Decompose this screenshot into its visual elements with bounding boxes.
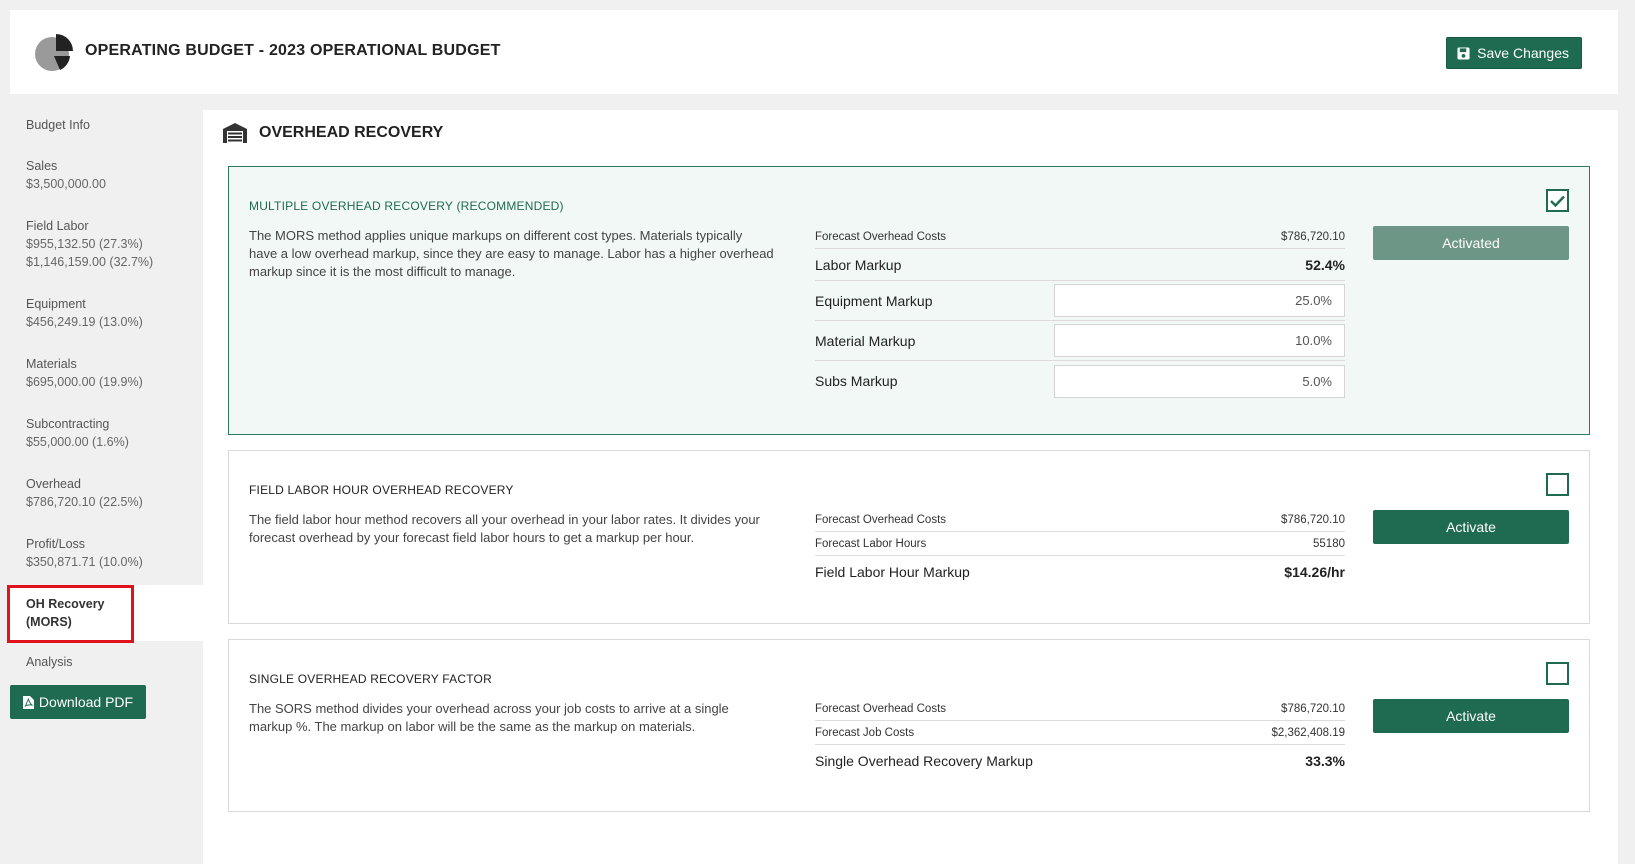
table-row: Forecast Labor Hours 55180: [815, 532, 1345, 556]
sidebar-item-value: $786,720.10 (22.5%): [26, 495, 143, 509]
sidebar-item-value: $695,000.00 (19.9%): [26, 375, 143, 389]
card-title: SINGLE OVERHEAD RECOVERY FACTOR: [249, 672, 492, 686]
mors-card: MULTIPLE OVERHEAD RECOVERY (RECOMMENDED)…: [228, 166, 1590, 435]
card-description: The SORS method divides your overhead ac…: [249, 701, 729, 734]
sidebar-item-label: Materials: [26, 357, 77, 371]
row-label: Labor Markup: [815, 256, 902, 273]
table-row: Forecast Overhead Costs $786,720.10: [815, 508, 1345, 532]
activate-checkbox[interactable]: [1546, 473, 1569, 496]
activated-button[interactable]: Activated: [1373, 226, 1569, 260]
subs-markup-input[interactable]: [1054, 364, 1345, 398]
save-changes-label: Save Changes: [1477, 45, 1569, 61]
row-value: 52.4%: [1305, 256, 1345, 273]
row-label: Single Overhead Recovery Markup: [815, 753, 1033, 769]
row-label: Field Labor Hour Markup: [815, 564, 970, 580]
material-markup-input[interactable]: [1054, 324, 1345, 357]
card-title: FIELD LABOR HOUR OVERHEAD RECOVERY: [249, 483, 514, 497]
sidebar-item-analysis[interactable]: Analysis: [10, 641, 203, 679]
sidebar-item-materials[interactable]: Materials $695,000.00 (19.9%): [10, 339, 203, 399]
page-title: OPERATING BUDGET - 2023 OPERATIONAL BUDG…: [85, 42, 501, 59]
pdf-file-icon: [22, 695, 34, 709]
activate-checkbox[interactable]: [1546, 662, 1569, 685]
table-row: Subs Markup: [815, 361, 1345, 401]
sidebar-item-label: Equipment: [26, 297, 86, 311]
row-label: Material Markup: [815, 332, 916, 349]
single-overhead-card: SINGLE OVERHEAD RECOVERY FACTOR The SORS…: [228, 639, 1590, 812]
table-row: Equipment Markup: [815, 281, 1345, 321]
card-description: The field labor hour method recovers all…: [249, 512, 760, 545]
row-label: Forecast Labor Hours: [815, 537, 927, 550]
main-panel: OVERHEAD RECOVERY MULTIPLE OVERHEAD RECO…: [203, 110, 1618, 864]
markup-table: Forecast Overhead Costs $786,720.10 Fore…: [815, 697, 1345, 777]
sidebar-item-field-labor[interactable]: Field Labor $955,132.50 (27.3%) $1,146,1…: [10, 201, 203, 279]
row-value: $14.26/hr: [1284, 564, 1345, 580]
checkmark-icon: [1550, 195, 1565, 207]
markup-table: Forecast Overhead Costs $786,720.10 Fore…: [815, 508, 1345, 588]
field-labor-hour-card: FIELD LABOR HOUR OVERHEAD RECOVERY The f…: [228, 450, 1590, 624]
section-header: OVERHEAD RECOVERY: [223, 120, 443, 146]
sidebar-item-label: Subcontracting: [26, 417, 110, 431]
warehouse-icon: [223, 123, 247, 143]
row-value: $2,362,408.19: [1271, 726, 1345, 739]
activate-checkbox[interactable]: [1546, 189, 1569, 212]
row-label: Subs Markup: [815, 373, 898, 389]
table-row: Field Labor Hour Markup $14.26/hr: [815, 556, 1345, 588]
sidebar-item-label: Overhead: [26, 477, 81, 491]
section-title: OVERHEAD RECOVERY: [259, 124, 444, 141]
sidebar-item-value: $456,249.19 (13.0%): [26, 315, 143, 329]
card-title: MULTIPLE OVERHEAD RECOVERY (RECOMMENDED): [249, 199, 564, 213]
sidebar-item-budget-info[interactable]: Budget Info: [10, 110, 203, 144]
row-label: Forecast Overhead Costs: [815, 230, 947, 243]
sidebar-item-profit-loss[interactable]: Profit/Loss $350,871.71 (10.0%): [10, 519, 203, 579]
row-value: 55180: [1313, 537, 1345, 550]
sidebar-item-oh-recovery[interactable]: OH Recovery (MORS): [7, 585, 203, 643]
sidebar-item-label: Sales: [26, 159, 58, 173]
row-value: $786,720.10: [1281, 513, 1345, 526]
sidebar-item-equipment[interactable]: Equipment $456,249.19 (13.0%): [10, 279, 203, 339]
row-label: Equipment Markup: [815, 292, 933, 309]
table-row: Labor Markup 52.4%: [815, 249, 1345, 281]
table-row: Forecast Overhead Costs $786,720.10: [815, 225, 1345, 249]
floppy-disk-icon: [1457, 46, 1470, 60]
sidebar-item-value: $3,500,000.00: [26, 177, 106, 191]
sidebar-item-label: Profit/Loss: [26, 537, 86, 551]
save-changes-button[interactable]: Save Changes: [1446, 37, 1582, 69]
pie-chart-icon: [35, 34, 73, 71]
markup-table: Forecast Overhead Costs $786,720.10 Labo…: [815, 225, 1345, 401]
row-label: Forecast Job Costs: [815, 726, 915, 739]
sidebar-nav: Budget Info Sales $3,500,000.00 Field La…: [7, 110, 203, 719]
card-description: The MORS method applies unique markups o…: [249, 228, 774, 279]
activate-button[interactable]: Activate: [1373, 510, 1569, 544]
sidebar-item-value: $955,132.50 (27.3%): [26, 237, 143, 251]
page-header: OPERATING BUDGET - 2023 OPERATIONAL BUDG…: [10, 10, 1618, 94]
sidebar-item-label: Field Labor: [26, 219, 89, 233]
equipment-markup-input[interactable]: [1054, 284, 1345, 317]
table-row: Single Overhead Recovery Markup 33.3%: [815, 745, 1345, 777]
sidebar-item-label: Budget Info: [26, 118, 90, 132]
download-pdf-label: Download PDF: [38, 694, 134, 710]
activate-button[interactable]: Activate: [1373, 699, 1569, 733]
download-pdf-button[interactable]: Download PDF: [10, 685, 146, 719]
table-row: Forecast Job Costs $2,362,408.19: [815, 721, 1345, 745]
table-row: Material Markup: [815, 321, 1345, 361]
sidebar-item-subcontracting[interactable]: Subcontracting $55,000.00 (1.6%): [10, 399, 203, 459]
row-value: $786,720.10: [1281, 702, 1345, 715]
sidebar-item-value: $350,871.71 (10.0%): [26, 555, 143, 569]
row-label: Forecast Overhead Costs: [815, 702, 947, 715]
sidebar-item-label: Analysis: [26, 655, 73, 669]
row-value: $786,720.10: [1281, 230, 1345, 243]
row-value: 33.3%: [1305, 753, 1345, 769]
sidebar-item-value: $1,146,159.00 (32.7%): [26, 255, 154, 269]
highlight-box: [7, 585, 134, 643]
sidebar-item-overhead[interactable]: Overhead $786,720.10 (22.5%): [10, 459, 203, 519]
row-label: Forecast Overhead Costs: [815, 513, 947, 526]
table-row: Forecast Overhead Costs $786,720.10: [815, 697, 1345, 721]
sidebar-item-value: $55,000.00 (1.6%): [26, 435, 129, 449]
sidebar-item-sales[interactable]: Sales $3,500,000.00: [10, 144, 203, 201]
